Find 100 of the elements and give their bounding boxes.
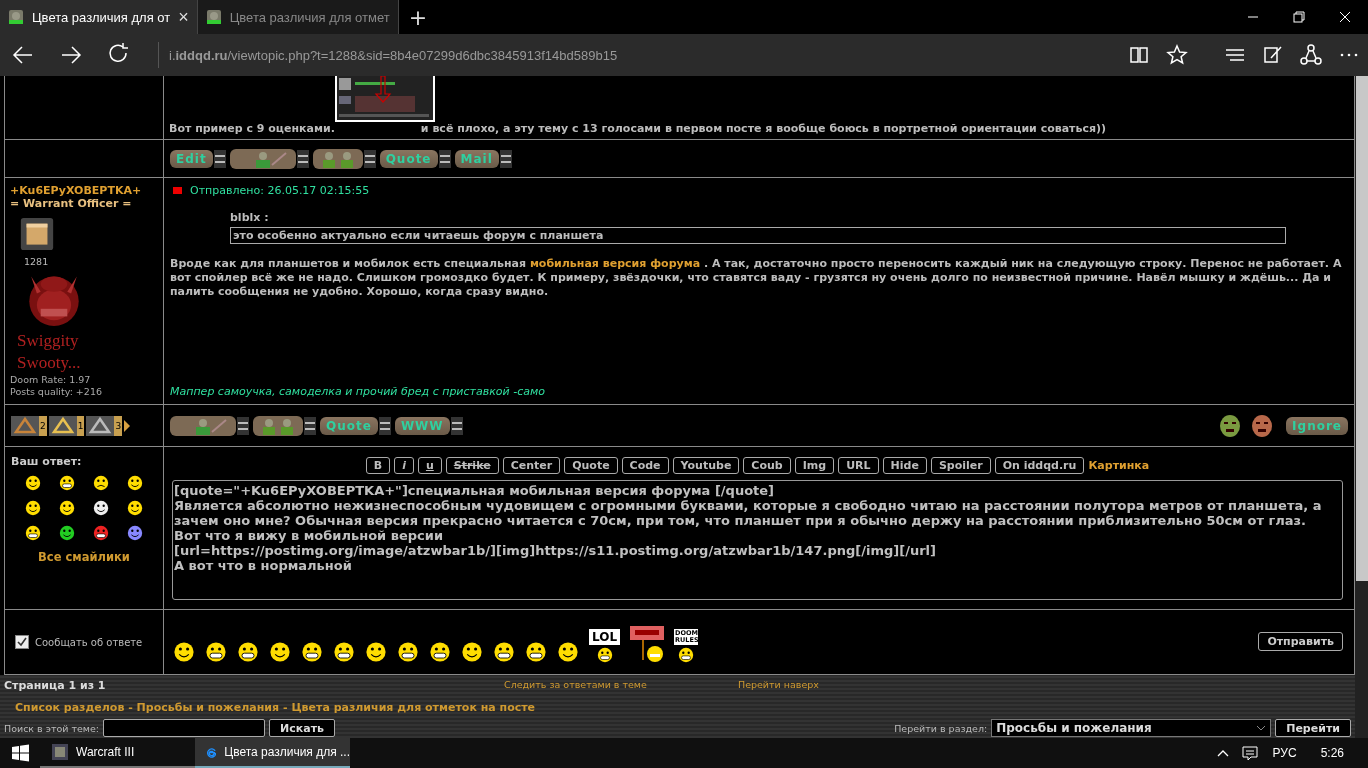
picture-link[interactable]: Картинка <box>1088 459 1150 472</box>
smiley-icon[interactable] <box>126 499 144 517</box>
format-button[interactable]: Quote <box>564 457 618 474</box>
format-button[interactable]: Center <box>502 457 561 474</box>
menu-icon[interactable] <box>296 149 309 168</box>
signature: Маппер самоучка, самоделка и прочий бред с приставкой -само <box>170 385 546 398</box>
reply-label: Ваш ответ: <box>10 455 83 468</box>
menu-icon[interactable] <box>304 416 316 435</box>
language-indicator[interactable]: РУС <box>1264 746 1305 760</box>
format-button[interactable]: B <box>365 457 391 474</box>
profile-button[interactable] <box>170 415 236 436</box>
smiley-icon[interactable] <box>236 640 260 664</box>
smiley-icon[interactable] <box>58 474 76 492</box>
rank-icon <box>20 218 54 251</box>
checkbox[interactable] <box>15 635 29 649</box>
all-smilies-link[interactable]: Все смайлики <box>9 550 159 564</box>
username[interactable]: +Ku6EPyXOBEPTKA+ <box>10 184 158 197</box>
site-icon <box>8 9 24 25</box>
users-button[interactable] <box>312 148 363 169</box>
format-button[interactable]: Strike <box>445 457 499 474</box>
link[interactable]: мобильная версия форума <box>529 257 701 270</box>
smiley-icon[interactable] <box>172 640 196 664</box>
menu-icon[interactable] <box>438 149 451 168</box>
profile-button[interactable] <box>229 148 296 169</box>
smiley-icon[interactable] <box>126 524 144 542</box>
post-count: 1281 <box>24 256 50 268</box>
menu-icon[interactable] <box>499 149 512 168</box>
search-field[interactable] <box>103 719 266 737</box>
breadcrumb-separator: - <box>127 701 134 714</box>
smiley-icon[interactable] <box>24 499 42 517</box>
post-icon <box>173 187 182 194</box>
clock[interactable]: 5:26 <box>1304 746 1360 760</box>
breadcrumb-link[interactable]: Цвета различия для отметок на посте <box>291 701 536 714</box>
smiley-icon[interactable] <box>126 474 144 492</box>
smiley-icon[interactable] <box>268 640 292 664</box>
format-button[interactable]: Youtube <box>672 457 740 474</box>
scrollbar-thumb[interactable] <box>1356 76 1368 581</box>
new-tab-button[interactable]: + <box>398 0 438 34</box>
top-link[interactable]: Перейти наверх <box>738 679 1351 692</box>
jump-label: Перейти в раздел: <box>894 722 988 734</box>
menu-icon[interactable] <box>363 149 376 168</box>
smiley-icon[interactable] <box>58 499 76 517</box>
format-button[interactable]: On iddqd.ru <box>994 457 1085 474</box>
close-icon[interactable]: × <box>178 8 189 26</box>
smiley-icon[interactable] <box>396 640 420 664</box>
smiley-icon[interactable] <box>24 474 42 492</box>
smiley-icon[interactable] <box>58 524 76 542</box>
address-field[interactable]: i.iddqd.ru/viewtopic.php?t=1288&sid=8b4e07299d6dbc3845913f14bd589b15 <box>169 47 618 63</box>
format-button[interactable]: u <box>417 457 442 474</box>
smiley-icon[interactable] <box>92 524 110 542</box>
smiley-icon[interactable] <box>300 640 324 664</box>
smiley-icon[interactable] <box>92 499 110 517</box>
search-label: Поиск в этой теме: <box>4 722 100 734</box>
check-icon <box>17 637 27 647</box>
scrollbar[interactable] <box>1355 76 1368 738</box>
breadcrumb-link[interactable]: Просьбы и пожелания <box>136 701 280 714</box>
taskbar-app[interactable]: Warcraft III <box>40 738 195 768</box>
watch-link[interactable]: Следить за ответами в теме <box>504 679 738 692</box>
format-button[interactable]: Img <box>794 457 835 474</box>
posts-quality: Posts quality: +216 <box>10 386 103 398</box>
smiley-icon[interactable] <box>524 640 548 664</box>
smiley-icon[interactable] <box>677 646 696 664</box>
menu-icon[interactable] <box>450 416 463 435</box>
format-button[interactable]: URL <box>838 457 879 474</box>
format-button[interactable]: Spoiler <box>930 457 991 474</box>
taskbar-app[interactable]: Цвета различия для ... <box>195 738 350 768</box>
checkbox-label[interactable]: Сообщать об ответе <box>35 636 143 648</box>
smiley-icon[interactable] <box>92 474 110 492</box>
browser-tab[interactable]: Цвета различия для от × <box>0 0 198 34</box>
breadcrumb-link[interactable]: Список разделов <box>15 701 125 714</box>
smiley-icon[interactable] <box>204 640 228 664</box>
section-dropdown[interactable]: Просьбы и пожелания <box>991 719 1272 737</box>
smiley-icon[interactable] <box>24 524 42 542</box>
smiley-icon[interactable] <box>428 640 452 664</box>
format-button[interactable]: Coub <box>743 457 791 474</box>
search-button[interactable]: Искать <box>269 719 336 737</box>
menu-icon[interactable] <box>378 416 391 435</box>
format-button[interactable]: Code <box>621 457 669 474</box>
format-button[interactable]: i <box>394 457 414 474</box>
smiley-icon[interactable] <box>595 646 614 664</box>
caret-icon <box>1256 725 1267 731</box>
menu-icon[interactable] <box>237 416 249 435</box>
browser-tab[interactable]: Цвета различия для отмет <box>197 0 399 34</box>
send-button[interactable]: Отправить <box>1258 631 1343 651</box>
format-button[interactable]: Hide <box>882 457 927 474</box>
smiley-icon[interactable] <box>460 640 484 664</box>
message-field[interactable]: [quote="+Ku6EPyXOBEPTKA+"]специальная мобильная версия форума [/quote] Является абсолютно нежизнеспособным чудовищем с огромными буквами, которые я свободно читаю на расстоянии полутора метров от планшета, а зачем оно мне? Обычная версия прекрасно читается с 70см, при том, что планшет при я обычно держу на расстоянии приблизительно 50см от глаз. Вот что я вижу в мобильной версии [url=https://postimg.org/image/atzwbar1b/][img]https://s11.postimg.org/atzwbar1b/147.png[/img][/url] А вот что в нормальной <box>172 480 1343 600</box>
smiley-icon[interactable] <box>556 640 580 664</box>
avatar-caption: Swiggity Swooty... <box>16 330 82 374</box>
users-button[interactable] <box>253 415 303 436</box>
smiley-icon[interactable] <box>492 640 516 664</box>
doom-rate: Doom Rate: 1.97 <box>10 374 92 386</box>
face-icon[interactable] <box>1251 413 1274 438</box>
menu-icon[interactable] <box>213 149 226 168</box>
face-icon[interactable] <box>1219 413 1242 438</box>
smiley-icon[interactable] <box>364 640 388 664</box>
arrow-icon[interactable] <box>124 419 131 432</box>
sign-smiley-icon[interactable] <box>629 624 666 664</box>
smiley-icon[interactable] <box>332 640 356 664</box>
go-button[interactable]: Перейти <box>1275 719 1351 737</box>
